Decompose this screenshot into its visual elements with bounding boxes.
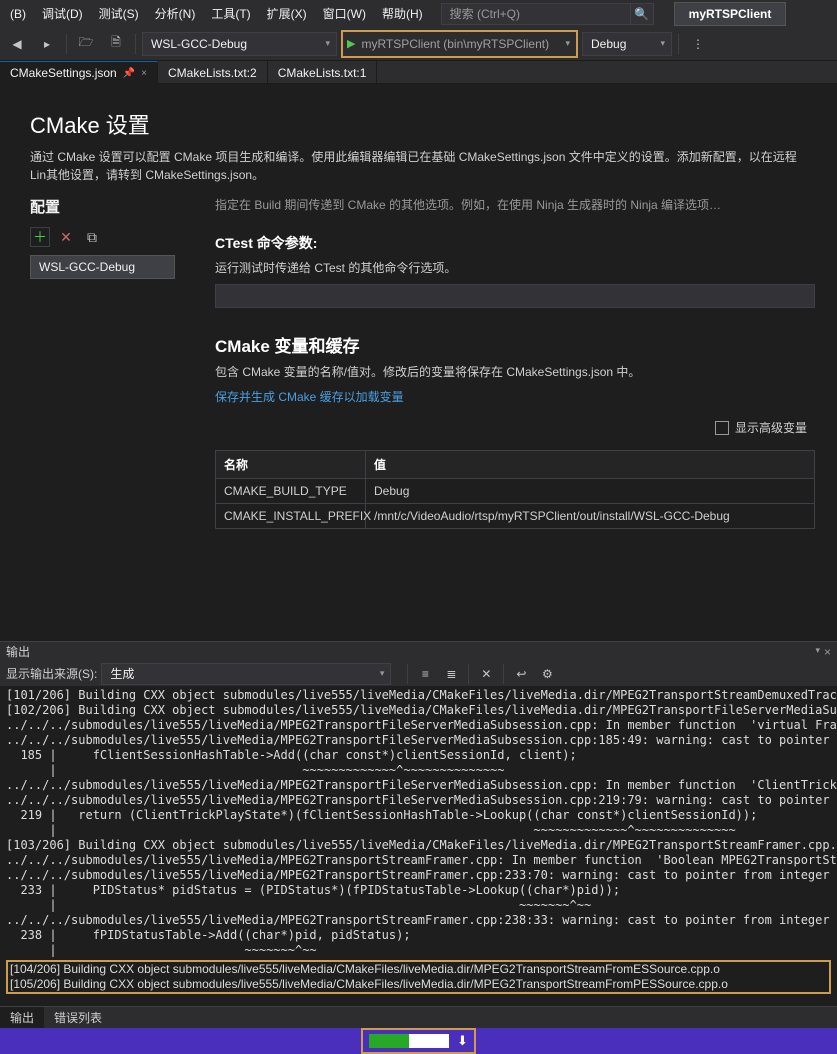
cmake-header: CMake 设置 通过 CMake 设置可以配置 CMake 项目生成和编译。使… [0,84,837,196]
tab-label: CMakeLists.txt:2 [168,66,257,80]
table-row[interactable]: CMAKE_BUILD_TYPE Debug [216,479,814,504]
play-icon: ▶ [347,37,355,50]
separator [503,664,504,684]
vars-heading: CMake 变量和缓存 [215,332,837,357]
close-panel-icon[interactable]: × [824,645,831,659]
output-panel-header: 输出 ▾ × [0,641,837,661]
output-source-label: 显示输出来源(S): [6,665,97,682]
wrap-icon[interactable]: ↩ [510,664,532,684]
add-config-button[interactable]: ＋ [30,227,50,247]
show-advanced-label: 显示高级变量 [735,419,807,436]
progress-bar [369,1034,449,1048]
separator [678,34,679,54]
menu-extensions[interactable]: 扩展(X) [259,1,315,26]
col-name-header: 名称 [216,451,366,478]
menu-window[interactable]: 窗口(W) [315,1,374,26]
show-advanced-checkbox[interactable] [715,421,729,435]
ctest-sub: 运行测试时传递给 CTest 的其他命令行选项。 [215,259,837,276]
tab-error-list[interactable]: 错误列表 [44,1007,112,1028]
table-row[interactable]: CMAKE_INSTALL_PREFIX /mnt/c/VideoAudio/r… [216,504,814,528]
config-list-item[interactable]: WSL-GCC-Debug [30,255,175,279]
output-toolbar: 显示输出来源(S): 生成 ≡ ≣ ✕ ↩ ⚙ [0,661,837,686]
tab-label: CMakeLists.txt:1 [278,66,367,80]
tab-output[interactable]: 输出 [0,1007,44,1028]
menu-bar: (B) 调试(D) 测试(S) 分析(N) 工具(T) 扩展(X) 窗口(W) … [0,0,837,27]
separator [468,664,469,684]
build-mode-selector[interactable]: Debug [582,32,672,56]
menu-test[interactable]: 测试(S) [91,1,147,26]
status-bar: ⬇ [0,1028,837,1054]
config-heading: 配置 [30,196,185,217]
truncated-hint: 指定在 Build 期间传递到 CMake 的其他选项。例如，在使用 Ninja… [215,196,837,213]
tab-cmakelists-1[interactable]: CMakeLists.txt:1 [268,61,378,84]
duplicate-config-button[interactable]: ⧉ [82,227,102,247]
var-name: CMAKE_BUILD_TYPE [216,479,366,503]
menu-debug[interactable]: 调试(D) [34,1,91,26]
menu-analyze[interactable]: 分析(N) [147,1,204,26]
find-next-icon[interactable]: ≣ [440,664,462,684]
separator [66,34,67,54]
toolbar-overflow-icon[interactable]: ⋮ [685,32,711,56]
search-icon[interactable]: 🔍 [630,3,654,25]
separator [407,664,408,684]
tab-cmakesettings[interactable]: CMakeSettings.json 📌 × [0,61,158,84]
var-value[interactable]: Debug [366,479,814,503]
save-generate-link[interactable]: 保存并生成 CMake 缓存以加载变量 [215,390,404,404]
download-icon[interactable]: ⬇ [457,1033,468,1049]
col-value-header: 值 [366,451,814,478]
build-progress-box: ⬇ [361,1028,476,1054]
clear-output-icon[interactable]: ✕ [475,664,497,684]
menu-b[interactable]: (B) [2,3,34,25]
cmake-vars-table: 名称 值 CMAKE_BUILD_TYPE Debug CMAKE_INSTAL… [215,450,815,529]
project-name-button[interactable]: myRTSPClient [674,2,787,26]
output-text[interactable]: [101/206] Building CXX object submodules… [0,686,837,1006]
vars-sub: 包含 CMake 变量的名称/值对。修改后的变量将保存在 CMakeSettin… [215,363,837,380]
cmake-settings-editor: CMake 设置 通过 CMake 设置可以配置 CMake 项目生成和编译。使… [0,84,837,641]
page-title: CMake 设置 [30,108,807,140]
var-value[interactable]: /mnt/c/VideoAudio/rtsp/myRTSPClient/out/… [366,504,814,528]
launch-target[interactable]: ▶ myRTSPClient (bin\myRTSPClient) [341,30,578,58]
launch-target-label: myRTSPClient (bin\myRTSPClient) [361,37,559,51]
var-name: CMAKE_INSTALL_PREFIX [216,504,366,528]
config-main: 指定在 Build 期间传递到 CMake 的其他选项。例如，在使用 Ninja… [185,196,837,641]
config-selector[interactable]: WSL-GCC-Debug [142,32,337,56]
close-icon[interactable]: × [141,68,147,79]
menu-help[interactable]: 帮助(H) [374,1,431,26]
delete-config-button[interactable]: ✕ [56,227,76,247]
menu-tools[interactable]: 工具(T) [203,1,258,26]
open-file-icon[interactable]: 🗁 [73,32,99,56]
tab-label: CMakeSettings.json [10,66,117,80]
output-source-selector[interactable]: 生成 [101,663,391,685]
nav-fwd-icon[interactable]: ▸ [34,32,60,56]
pin-icon[interactable]: 📌 [123,68,135,79]
output-title: 输出 [6,643,30,660]
find-prev-icon[interactable]: ≡ [414,664,436,684]
settings-icon[interactable]: ⚙ [536,664,558,684]
nav-back-icon[interactable]: ◀ [4,32,30,56]
search-placeholder: 搜索 (Ctrl+Q) [450,5,520,22]
bottom-tab-bar: 输出 错误列表 [0,1006,837,1028]
tab-cmakelists-2[interactable]: CMakeLists.txt:2 [158,61,268,84]
separator [135,34,136,54]
ctest-heading: CTest 命令参数: [215,233,837,253]
editor-tab-bar: CMakeSettings.json 📌 × CMakeLists.txt:2 … [0,61,837,84]
config-sidebar: 配置 ＋ ✕ ⧉ WSL-GCC-Debug [0,196,185,641]
search-input[interactable]: 搜索 (Ctrl+Q) [441,3,631,25]
main-toolbar: ◀ ▸ 🗁 🗎 WSL-GCC-Debug ▶ myRTSPClient (bi… [0,27,837,61]
save-all-icon[interactable]: 🗎 [103,32,129,56]
dropdown-icon[interactable]: ▾ [815,645,820,659]
page-description: 通过 CMake 设置可以配置 CMake 项目生成和编译。使用此编辑器编辑已在… [30,148,807,184]
ctest-args-input[interactable] [215,284,815,308]
